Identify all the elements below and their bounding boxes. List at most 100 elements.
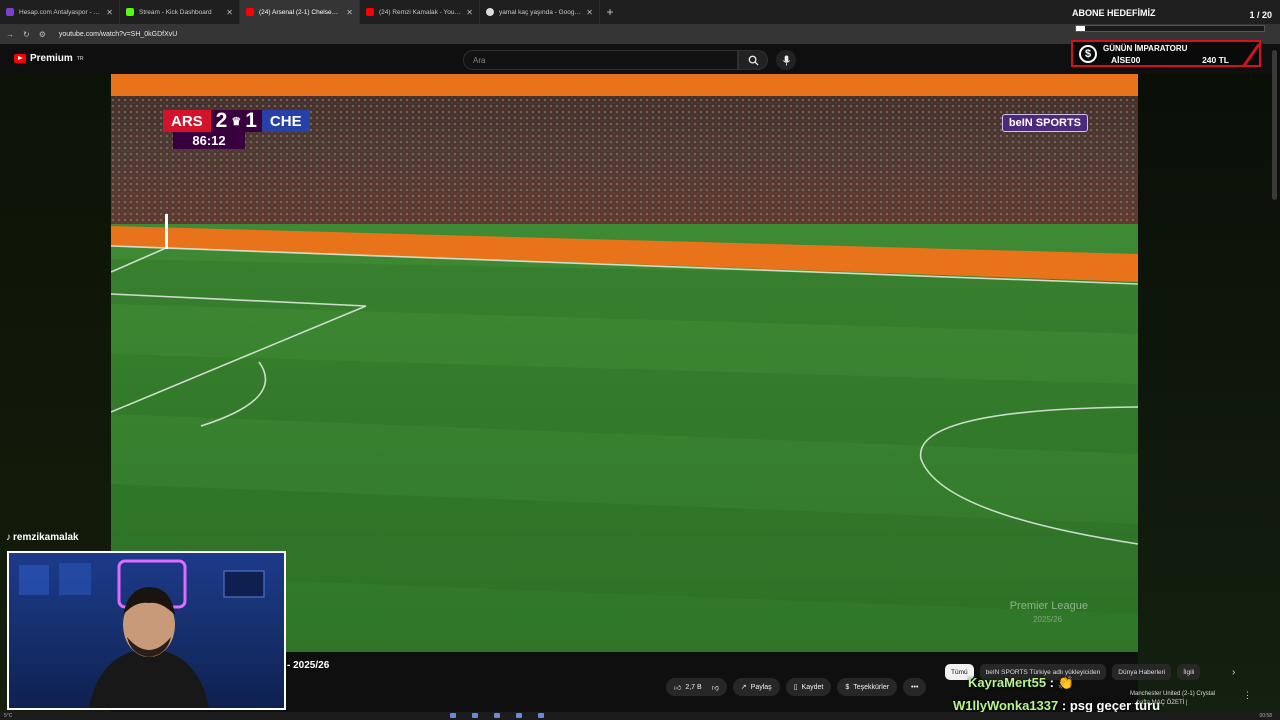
page-scrollbar[interactable] bbox=[1272, 50, 1277, 200]
broadcaster-logo: beIN SPORTS bbox=[1001, 114, 1088, 132]
search-icon bbox=[748, 55, 759, 66]
thumbs-down-icon[interactable]: 👎︎ bbox=[712, 683, 719, 692]
tab-favicon bbox=[366, 8, 374, 16]
decorative-slash bbox=[1242, 43, 1261, 67]
bookmark-icon: ▯ bbox=[793, 684, 798, 691]
reload-icon[interactable]: ↻ bbox=[23, 30, 30, 39]
forward-icon[interactable]: → bbox=[6, 30, 14, 39]
webcam-scene bbox=[19, 559, 265, 708]
browser-tab[interactable]: Stream - Kick Dashboard ✕ bbox=[120, 0, 240, 24]
tab-favicon bbox=[246, 8, 254, 16]
new-tab-button[interactable]: + bbox=[600, 5, 620, 19]
tiktok-handle: ♪ remzikamalak bbox=[6, 532, 79, 543]
video-title: - 2025/26 bbox=[287, 660, 330, 671]
dollar-icon: $ bbox=[845, 683, 850, 691]
share-icon: ↗ bbox=[740, 684, 747, 691]
thumbs-up-icon: 👍︎ bbox=[674, 684, 682, 692]
os-taskbar: 5°C 00:58 bbox=[0, 712, 1280, 720]
browser-tab[interactable]: Hesap.com Antalyaspor - Fene ✕ bbox=[0, 0, 120, 24]
browser-tab[interactable]: yamal kaç yaşında - Google'da ✕ bbox=[480, 0, 600, 24]
chat-text: psg geçer turu bbox=[1066, 698, 1161, 713]
scoreboard: ARS 2 ♛ 1 CHE bbox=[163, 109, 310, 132]
chip-world-news[interactable]: Dünya Haberleri bbox=[1112, 664, 1172, 680]
top-donor-amount: 240 TL bbox=[1202, 55, 1229, 65]
app-icon[interactable] bbox=[472, 713, 478, 718]
page-right-background bbox=[1138, 74, 1280, 720]
score: 2 ♛ 1 bbox=[210, 109, 262, 132]
microphone-icon bbox=[782, 54, 790, 66]
home-goals: 2 bbox=[215, 109, 228, 132]
tab-favicon bbox=[486, 8, 494, 16]
app-icon[interactable] bbox=[516, 713, 522, 718]
close-tab-icon[interactable]: ✕ bbox=[466, 8, 473, 17]
tab-label: Hesap.com Antalyaspor - Fene bbox=[19, 8, 102, 16]
start-icon[interactable] bbox=[450, 713, 456, 718]
video-actions: 👍︎ 2,7 B 👎︎ ↗ Paylaş ▯ Kaydet $ Teşekkür… bbox=[666, 678, 927, 696]
chat-message: KayraMert55 : 👏 bbox=[968, 675, 1074, 691]
away-goals: 1 bbox=[245, 109, 257, 132]
save-label: Kaydet bbox=[801, 683, 824, 691]
thanks-label: Teşekkürler bbox=[853, 683, 890, 691]
close-tab-icon[interactable]: ✕ bbox=[346, 8, 353, 17]
tab-label: (24) Arsenal (2-1) Chelsea | 28. bbox=[259, 8, 342, 16]
browser-tab[interactable]: (24) Remzi Kamalak - YouTube ✕ bbox=[360, 0, 480, 24]
youtube-logo-text: Premium bbox=[30, 53, 73, 64]
chat-username: KayraMert55 bbox=[968, 675, 1047, 690]
subscriber-goal-count: 1 / 20 bbox=[1249, 10, 1272, 20]
site-info-icon[interactable]: ⚙ bbox=[39, 30, 46, 39]
subscriber-goal-title: ABONE HEDEFİMİZ bbox=[1072, 8, 1156, 18]
chat-username: W1llyWonka1337 bbox=[953, 698, 1059, 713]
app-icon[interactable] bbox=[538, 713, 544, 718]
subscriber-goal-widget: ABONE HEDEFİMİZ 1 / 20 bbox=[1072, 8, 1272, 38]
save-button[interactable]: ▯ Kaydet bbox=[785, 678, 832, 696]
weather-temp: 5°C bbox=[4, 713, 13, 719]
chat-separator: : bbox=[1046, 675, 1054, 690]
tab-label: Stream - Kick Dashboard bbox=[139, 8, 212, 16]
search-button[interactable] bbox=[738, 50, 768, 70]
taskbar-icons bbox=[450, 713, 544, 718]
app-icon[interactable] bbox=[494, 713, 500, 718]
premier-league-lion-icon: ♛ bbox=[231, 115, 242, 128]
top-donor-title: GÜNÜN İMPARATORU bbox=[1103, 44, 1188, 53]
like-count: 2,7 B bbox=[685, 683, 702, 691]
like-button[interactable]: 👍︎ 2,7 B 👎︎ bbox=[666, 678, 727, 696]
share-button[interactable]: ↗ Paylaş bbox=[732, 678, 780, 696]
tab-favicon bbox=[6, 8, 14, 16]
dollar-coin-icon: $ bbox=[1079, 45, 1097, 63]
subscriber-goal-bar bbox=[1075, 25, 1265, 32]
thanks-button[interactable]: $ Teşekkürler bbox=[837, 678, 898, 696]
youtube-logo[interactable]: Premium TR bbox=[14, 53, 83, 64]
chip-related[interactable]: İlgili bbox=[1177, 664, 1201, 680]
away-team-abbr: CHE bbox=[261, 110, 310, 132]
browser-tab-active[interactable]: (24) Arsenal (2-1) Chelsea | 28. ✕ bbox=[240, 0, 360, 24]
screen: Hesap.com Antalyaspor - Fene ✕ Stream - … bbox=[0, 0, 1280, 720]
tab-favicon bbox=[126, 8, 134, 16]
subscriber-goal-fill bbox=[1076, 26, 1086, 31]
more-actions-button[interactable]: ••• bbox=[903, 678, 927, 696]
close-tab-icon[interactable]: ✕ bbox=[226, 8, 233, 17]
system-clock: 00:58 bbox=[1259, 713, 1272, 719]
youtube-play-icon bbox=[14, 54, 26, 63]
top-donor-widget: $ GÜNÜN İMPARATORU AİSE00 240 TL bbox=[1071, 40, 1261, 67]
streamer-webcam bbox=[7, 551, 286, 710]
close-tab-icon[interactable]: ✕ bbox=[586, 8, 593, 17]
close-tab-icon[interactable]: ✕ bbox=[106, 8, 113, 17]
chat-message: W1llyWonka1337 : psg geçer turu bbox=[953, 698, 1160, 713]
youtube-region: TR bbox=[76, 55, 84, 62]
tiktok-icon: ♪ bbox=[6, 532, 11, 543]
tab-label: (24) Remzi Kamalak - YouTube bbox=[379, 8, 462, 16]
season-watermark: 2025/26 bbox=[1033, 615, 1062, 624]
voice-search-button[interactable] bbox=[776, 50, 796, 70]
tab-label: yamal kaç yaşında - Google'da bbox=[499, 8, 582, 16]
chevron-right-icon[interactable]: › bbox=[1232, 667, 1235, 678]
url-field[interactable]: youtube.com/watch?v=SH_0kGDfXvU bbox=[59, 31, 177, 38]
search-input[interactable]: Ara bbox=[463, 50, 738, 70]
share-label: Paylaş bbox=[750, 683, 772, 691]
more-vert-icon[interactable]: ⋮ bbox=[1243, 690, 1252, 701]
league-watermark: Premier League bbox=[1009, 600, 1088, 612]
match-clock: 86:12 bbox=[173, 132, 245, 149]
home-team-abbr: ARS bbox=[163, 110, 211, 132]
tiktok-username: remzikamalak bbox=[13, 532, 79, 543]
top-donor-name: AİSE00 bbox=[1111, 55, 1141, 65]
chat-text: 👏 bbox=[1054, 675, 1074, 690]
